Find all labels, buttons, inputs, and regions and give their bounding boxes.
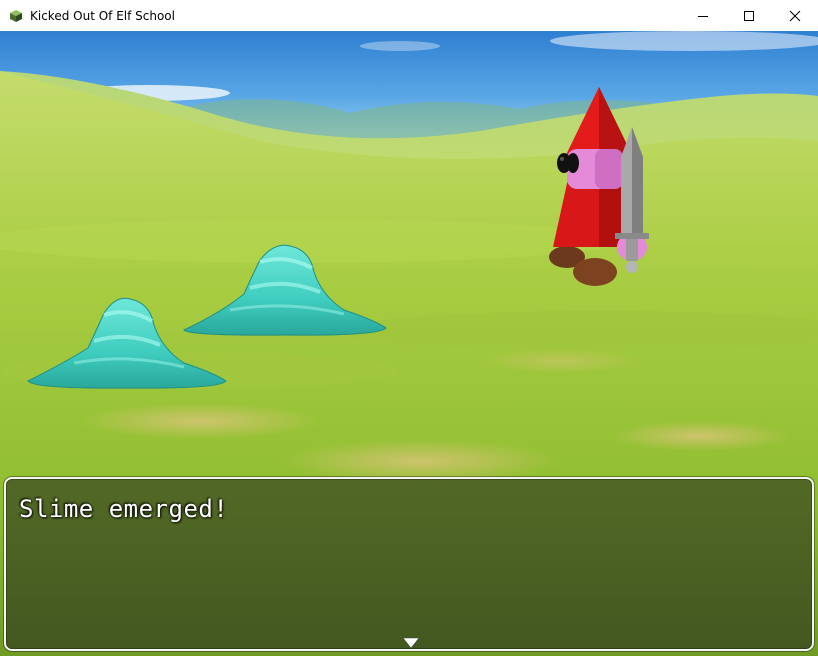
window-title-bar[interactable]: Kicked Out Of Elf School	[0, 0, 818, 32]
window-title: Kicked Out Of Elf School	[30, 8, 175, 23]
message-window[interactable]: Slime emerged!	[4, 477, 814, 651]
maximize-button[interactable]	[726, 0, 772, 31]
minimize-button[interactable]	[680, 0, 726, 31]
down-triangle-icon[interactable]	[402, 637, 420, 649]
maximize-icon	[744, 10, 754, 21]
game-viewport[interactable]: Slime emerged!	[0, 31, 818, 656]
slime-enemy	[183, 244, 387, 336]
minimize-icon	[698, 15, 708, 17]
message-text: Slime emerged!	[19, 495, 229, 523]
elf-player-character	[549, 87, 649, 286]
close-icon	[789, 10, 801, 21]
close-button[interactable]	[772, 0, 818, 31]
rpg-maker-cube-icon	[10, 9, 22, 22]
